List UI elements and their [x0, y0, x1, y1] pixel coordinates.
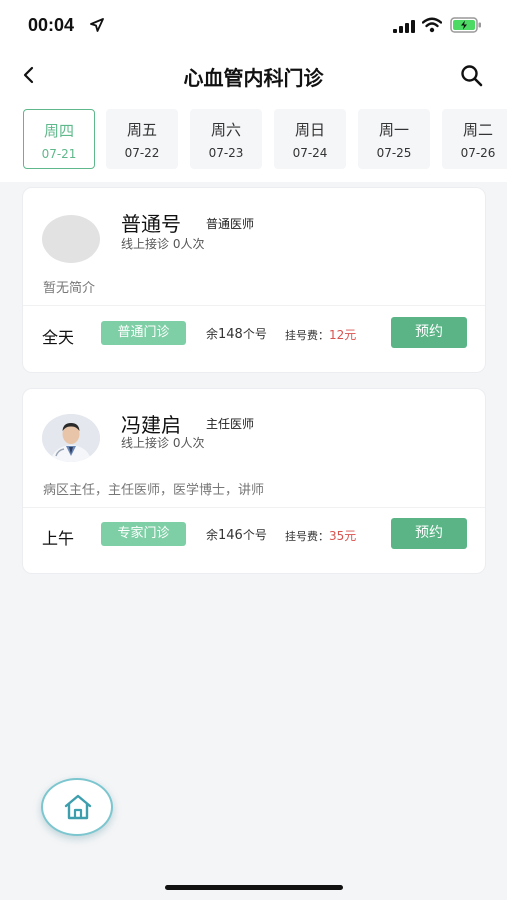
- doctor-card[interactable]: 普通号 普通医师 线上接诊 0人次 暂无简介 全天 普通门诊 余148个号 挂号…: [22, 187, 486, 373]
- home-icon: [64, 794, 92, 820]
- battery-charging-icon: [450, 17, 481, 33]
- date-tab-weekday: 周六: [210, 121, 241, 139]
- date-selector: 周四 07-21 周五 07-22 周六 07-23 周日 07-24 周一 0…: [0, 100, 507, 182]
- date-tab-weekday: 周四: [43, 122, 74, 140]
- date-tab-date: 07-25: [376, 146, 412, 160]
- cellular-signal-icon: [393, 20, 415, 33]
- home-button[interactable]: [41, 778, 113, 836]
- date-tab-weekday: 周二: [462, 121, 493, 139]
- wifi-icon: [422, 17, 442, 33]
- location-arrow-icon: [90, 18, 104, 32]
- date-tab[interactable]: 周五 07-22: [106, 109, 178, 169]
- divider: [23, 305, 485, 306]
- remaining-slots: 余148个号: [206, 327, 267, 342]
- doctor-photo-icon: [42, 414, 100, 462]
- doctor-title: 主任医师: [206, 417, 255, 431]
- book-button[interactable]: 预约: [391, 317, 467, 348]
- nav-bar: 心血管内科门诊: [0, 50, 507, 100]
- date-tab-date: 07-24: [292, 146, 328, 160]
- consult-count: 线上接诊 0人次: [121, 436, 205, 450]
- status-bar: 00:04: [0, 0, 507, 50]
- avatar: [42, 215, 100, 263]
- date-tab[interactable]: 周二 07-26: [442, 109, 507, 169]
- date-tab-date: 07-23: [208, 146, 244, 160]
- doctor-name: 普通号: [121, 212, 181, 236]
- date-tab-date: 07-22: [124, 146, 160, 160]
- date-tab-date: 07-26: [460, 146, 496, 160]
- date-tab-weekday: 周日: [294, 121, 325, 139]
- consult-count: 线上接诊 0人次: [121, 237, 205, 251]
- clinic-type-badge: 专家门诊: [101, 522, 186, 546]
- registration-fee: 挂号费：35元: [285, 529, 357, 543]
- doctor-title: 普通医师: [206, 217, 255, 231]
- registration-fee: 挂号费：12元: [285, 328, 357, 342]
- date-tab-weekday: 周五: [126, 121, 157, 139]
- page-title: 心血管内科门诊: [183, 66, 324, 90]
- date-tab-weekday: 周一: [378, 121, 409, 139]
- date-tab[interactable]: 周日 07-24: [274, 109, 346, 169]
- doctor-card[interactable]: 冯建启 主任医师 线上接诊 0人次 病区主任，主任医师，医学博士，讲师 上午 专…: [22, 388, 486, 574]
- remaining-slots: 余146个号: [206, 528, 267, 543]
- clinic-type-badge: 普通门诊: [101, 321, 186, 345]
- divider: [23, 507, 485, 508]
- search-icon[interactable]: [458, 62, 486, 90]
- date-tab[interactable]: 周四 07-21: [23, 109, 95, 169]
- doctor-intro: 病区主任，主任医师，医学博士，讲师: [43, 483, 265, 498]
- avatar: [42, 414, 100, 462]
- book-button[interactable]: 预约: [391, 518, 467, 549]
- slot-time: 全天: [42, 328, 75, 347]
- date-tab[interactable]: 周一 07-25: [358, 109, 430, 169]
- doctor-intro: 暂无简介: [43, 281, 96, 296]
- home-indicator: [165, 885, 343, 890]
- date-tab-date: 07-21: [41, 147, 77, 161]
- date-tab[interactable]: 周六 07-23: [190, 109, 262, 169]
- slot-time: 上午: [42, 529, 75, 548]
- status-time: 00:04: [28, 15, 75, 35]
